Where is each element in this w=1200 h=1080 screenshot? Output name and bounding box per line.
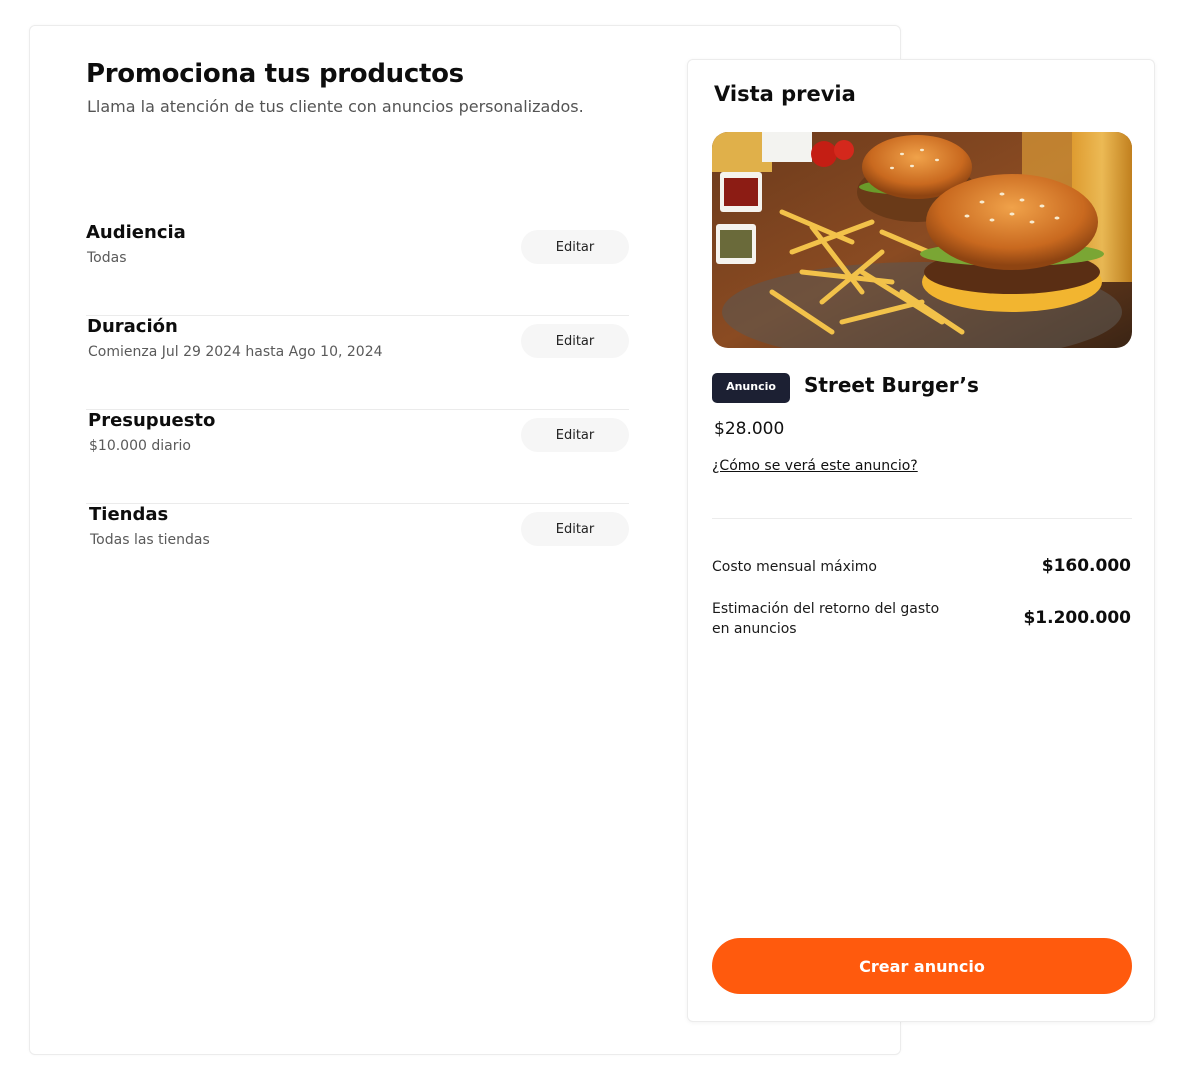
- metric-value-retorno: $1.200.000: [1023, 608, 1131, 628]
- edit-duracion-button[interactable]: Editar: [521, 324, 629, 358]
- setting-row-duracion: Duración Comienza Jul 29 2024 hasta Ago …: [86, 316, 629, 410]
- setting-title: Presupuesto: [88, 410, 216, 431]
- setting-title: Tiendas: [89, 504, 169, 525]
- setting-value: Comienza Jul 29 2024 hasta Ago 10, 2024: [88, 344, 383, 360]
- setting-row-tiendas: Tiendas Todas las tiendas Editar: [86, 504, 629, 598]
- preview-card: Vista previa Anuncio Street Burger’s $28…: [687, 59, 1155, 1022]
- metric-label-retorno: Estimación del retorno del gasto en anun…: [712, 601, 940, 637]
- product-price: $28.000: [714, 419, 785, 439]
- metric-label-costo: Costo mensual máximo: [712, 559, 877, 575]
- metric-value-costo: $160.000: [1041, 556, 1131, 576]
- ad-badge: Anuncio: [712, 373, 790, 403]
- setting-value: Todas las tiendas: [90, 532, 210, 548]
- setting-row-presupuesto: Presupuesto $10.000 diario Editar: [86, 410, 629, 504]
- page-subtitle: Llama la atención de tus cliente con anu…: [87, 97, 584, 116]
- preview-title: Vista previa: [714, 82, 856, 106]
- page-title: Promociona tus productos: [86, 59, 464, 89]
- edit-tiendas-button[interactable]: Editar: [521, 512, 629, 546]
- create-ad-button[interactable]: Crear anuncio: [712, 938, 1132, 994]
- edit-presupuesto-button[interactable]: Editar: [521, 418, 629, 452]
- setting-row-audiencia: Audiencia Todas Editar: [86, 222, 629, 316]
- setting-title: Duración: [87, 316, 178, 337]
- burger-image: [712, 132, 1132, 348]
- ad-preview-link[interactable]: ¿Cómo se verá este anuncio?: [712, 458, 918, 474]
- product-name: Street Burger’s: [804, 373, 979, 397]
- setting-title: Audiencia: [86, 222, 186, 243]
- edit-audiencia-button[interactable]: Editar: [521, 230, 629, 264]
- setting-value: $10.000 diario: [89, 438, 191, 454]
- setting-value: Todas: [87, 250, 127, 266]
- divider: [712, 518, 1132, 519]
